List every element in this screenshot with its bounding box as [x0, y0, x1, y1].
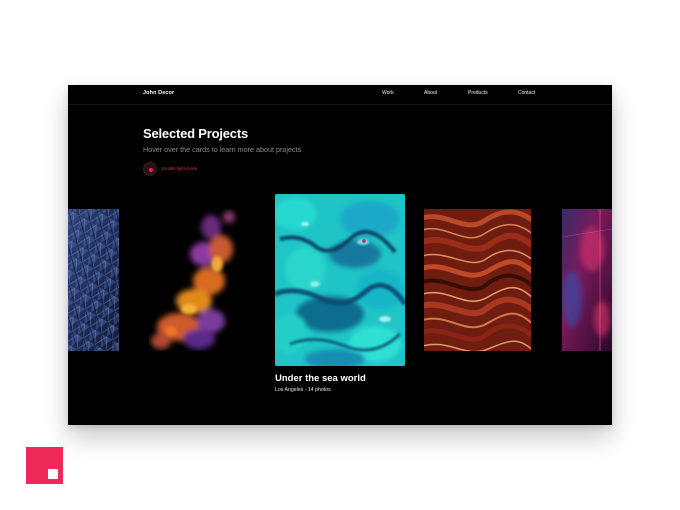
project-card-under-the-sea[interactable] [275, 194, 405, 366]
nav-item-about[interactable]: About [424, 90, 437, 96]
toggle-circle-icon [143, 162, 157, 176]
ink-smoke-image [149, 209, 241, 351]
page-subtitle: Hover over the cards to learn more about… [143, 145, 302, 154]
ocean-aerial-image [275, 194, 405, 366]
browser-frame: John Decor Work About Products Contact S… [68, 85, 612, 425]
neon-corridor-image [562, 209, 612, 351]
page-title: Selected Projects [143, 126, 248, 141]
blue-geometric-image [68, 209, 119, 351]
brand-link[interactable]: John Decor [143, 90, 174, 96]
light-mode-toggle[interactable]: Enable light mode [143, 162, 233, 178]
project-card-neon-corridor[interactable] [562, 209, 612, 351]
square-logo-icon [26, 447, 63, 484]
active-card-title: Under the sea world [275, 373, 366, 384]
project-card-ink-smoke[interactable] [149, 209, 241, 351]
project-card-red-marble[interactable] [424, 209, 531, 351]
nav-item-products[interactable]: Products [468, 90, 488, 96]
active-card-meta: Los Angeles - 14 photos [275, 387, 331, 393]
nav-item-work[interactable]: Work [382, 90, 394, 96]
top-navigation: John Decor Work About Products Contact [68, 85, 612, 105]
red-marble-image [424, 209, 531, 351]
nav-item-contact[interactable]: Contact [518, 90, 535, 96]
project-card-blue-geometric[interactable] [68, 209, 119, 351]
toggle-label: Enable light mode [162, 166, 198, 171]
